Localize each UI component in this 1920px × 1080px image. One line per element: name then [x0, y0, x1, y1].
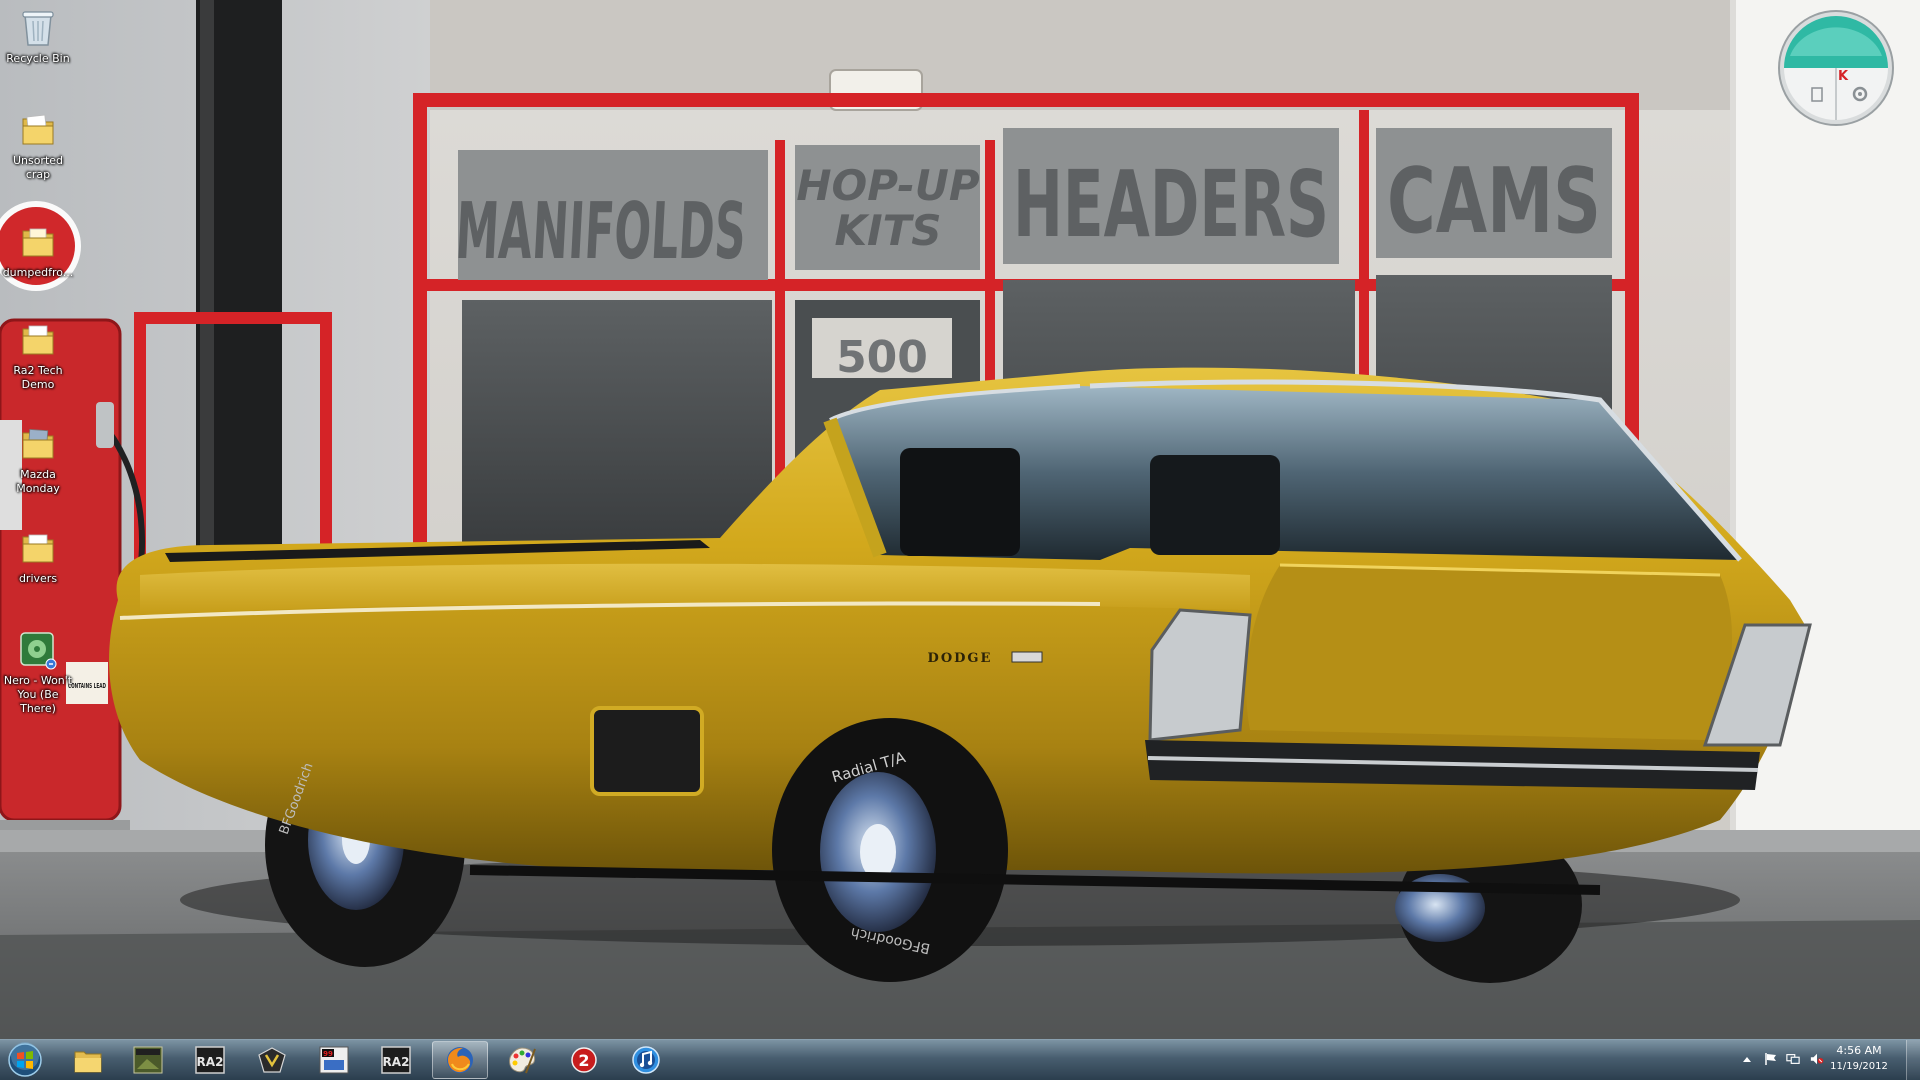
clock-time: 4:56 AM: [1836, 1044, 1882, 1057]
folder-icon: [16, 220, 60, 264]
taskbar-ra2-b-button[interactable]: RA2: [368, 1041, 424, 1079]
sign-cams: CAMS: [1387, 149, 1601, 254]
svg-text:99: 99: [323, 1050, 333, 1058]
taskbar-yuri-button[interactable]: [244, 1041, 300, 1079]
taskbar-battlefield-button[interactable]: [120, 1041, 176, 1079]
svg-text:K: K: [1838, 69, 1849, 84]
ra2-game-icon: RA2: [381, 1046, 411, 1074]
svg-text:RA2: RA2: [383, 1055, 410, 1069]
desktop-icon-recycle-bin[interactable]: Recycle Bin: [2, 6, 74, 66]
kaspersky-gadget[interactable]: K: [1776, 8, 1896, 128]
taskbar: RA2 99 RA2 2 4:56 AM 11/19/2012: [0, 1039, 1920, 1080]
wallpaper-image: MANIFOLDS HOP-UP KITS HEADERS CAMS 500 C…: [0, 0, 1920, 1039]
ra2-game-icon: RA2: [195, 1046, 225, 1074]
desktop-icon-mazda-monday[interactable]: Mazda Monday: [2, 422, 74, 496]
sign-hop-up: HOP-UP: [796, 161, 979, 210]
battlefield-game-icon: [133, 1046, 163, 1074]
media-file-icon: [16, 628, 60, 672]
desktop-icon-label: Unsorted crap: [12, 154, 64, 181]
desktop-icon-label: drivers: [18, 572, 58, 585]
start-button[interactable]: [5, 1041, 45, 1079]
desktop-icon-ra2-tech-demo[interactable]: Ra2 Tech Demo: [2, 318, 74, 392]
folder-icon: [16, 108, 60, 152]
windows-start-orb-icon: [8, 1042, 42, 1077]
taskbar-explorer-button[interactable]: [60, 1041, 116, 1079]
firefox-icon: [447, 1047, 473, 1073]
desktop-icon-label: Ra2 Tech Demo: [13, 364, 63, 391]
car-badge: DODGE: [928, 651, 993, 666]
itunes-icon: [632, 1046, 660, 1074]
desktop-icon-label: dumpedfro...: [2, 266, 74, 279]
flag-icon[interactable]: [1764, 1052, 1778, 1066]
desktop-icon-dumpedfro[interactable]: dumpedfro...: [2, 220, 74, 280]
desktop-icon-label: Mazda Monday: [16, 468, 60, 495]
taskbar-firefox-button[interactable]: [432, 1041, 488, 1079]
desktop-icon-label: Recycle Bin: [6, 52, 70, 65]
desktop-icon-drivers[interactable]: drivers: [2, 526, 74, 586]
yuri-emblem-icon: [258, 1047, 286, 1073]
taskbar-ra2-uprising-button[interactable]: 2: [556, 1041, 612, 1079]
chevron-up-icon[interactable]: [1740, 1052, 1754, 1066]
folder-icon: [16, 422, 60, 466]
svg-text:RA2: RA2: [197, 1055, 224, 1069]
folder-icon: [16, 526, 60, 570]
folder-icon: [16, 318, 60, 362]
taskbar-ra2-a-button[interactable]: RA2: [182, 1041, 238, 1079]
show-desktop-button[interactable]: [1906, 1040, 1920, 1080]
folder-explorer-icon: [74, 1051, 102, 1073]
sign-kits: KITS: [834, 206, 941, 255]
desktop: MANIFOLDS HOP-UP KITS HEADERS CAMS 500 C…: [0, 0, 1920, 1080]
desktop-icon-nero-wont-you[interactable]: Nero - Won't You (Be There): [2, 628, 74, 716]
taskbar-tiberian-button[interactable]: 99: [306, 1041, 362, 1079]
desktop-icon-unsorted-crap[interactable]: Unsorted crap: [2, 108, 74, 182]
sign-headers: HEADERS: [1013, 151, 1329, 258]
red-alert-2-icon: 2: [571, 1047, 597, 1073]
taskbar-paint-button[interactable]: [494, 1041, 550, 1079]
svg-text:2: 2: [578, 1051, 589, 1070]
taskbar-itunes-button[interactable]: [618, 1041, 674, 1079]
taskbar-clock[interactable]: 4:56 AM 11/19/2012: [1816, 1043, 1902, 1075]
paint-palette-icon: [509, 1047, 536, 1074]
recycle-bin-icon: [16, 6, 60, 50]
clock-date: 11/19/2012: [1830, 1061, 1888, 1072]
desktop-icon-label: Nero - Won't You (Be There): [3, 674, 73, 715]
network-icon[interactable]: [1786, 1052, 1800, 1066]
door-number: 500: [836, 332, 928, 383]
tiberian-game-icon: 99: [319, 1046, 349, 1074]
sign-manifolds: MANIFOLDS: [453, 187, 748, 277]
